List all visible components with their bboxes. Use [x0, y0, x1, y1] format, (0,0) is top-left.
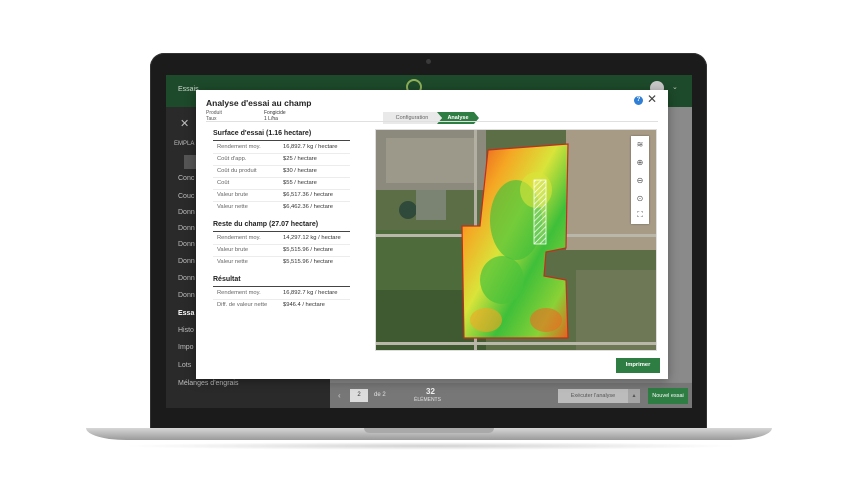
analysis-modal: Analyse d'essai au champ Produit Fongici… — [196, 90, 668, 379]
row-divider — [213, 244, 350, 245]
run-analysis-button[interactable]: Exécuter l'analyse — [558, 389, 628, 403]
sidebar-item[interactable]: Impo — [178, 344, 194, 351]
stat-value: $6,462.36 / hectare — [283, 204, 333, 210]
new-trial-button[interactable]: Nouvel essai — [648, 388, 688, 404]
stat-value: 16,892.7 kg / hectare — [283, 290, 338, 296]
step-configuration[interactable]: Configuration — [383, 112, 441, 124]
sidebar-item[interactable]: Conc — [178, 175, 194, 182]
stat-value: $5,515.96 / hectare — [283, 247, 333, 253]
element-count: 32 — [426, 387, 435, 396]
caret-up-icon[interactable]: ▴ — [628, 389, 640, 403]
sidebar-item[interactable]: Donn — [178, 209, 195, 216]
stat-label: Rendement moy. — [217, 144, 261, 150]
stat-label: Valeur nette — [217, 204, 248, 210]
stat-label: Diff. de valeur nette — [217, 302, 268, 308]
page-number-input[interactable]: 2 — [350, 389, 368, 402]
row-divider — [213, 177, 350, 178]
close-icon[interactable]: ✕ — [180, 117, 189, 130]
stat-value: $30 / hectare — [283, 168, 317, 174]
laptop-screen: Essais ⌄ ✕ EMPLA Conc Couc Donn Donn Donn Don… — [166, 75, 692, 408]
sidebar-item[interactable]: Donn — [178, 258, 195, 265]
yield-map[interactable]: ≋ ⊕ ⊖ ⊙ ⛶ — [375, 129, 657, 351]
close-icon[interactable]: ✕ — [647, 93, 657, 105]
camera-dot — [426, 59, 431, 64]
stat-label: Coût d'app. — [217, 156, 247, 162]
stat-label: Valeur brute — [217, 192, 249, 198]
stat-label: Valeur nette — [217, 259, 248, 265]
laptop-lid: Essais ⌄ ✕ EMPLA Conc Couc Donn Donn Donn Don… — [150, 53, 707, 430]
section-underline — [213, 231, 350, 232]
fullscreen-icon[interactable]: ⛶ — [631, 206, 649, 224]
sidebar-item[interactable]: Donn — [178, 292, 195, 299]
yield-map-svg — [376, 130, 656, 350]
print-button[interactable]: Imprimer — [616, 358, 660, 373]
sidebar-item[interactable]: Couc — [178, 193, 194, 200]
sidebar-item[interactable]: Donn — [178, 275, 195, 282]
stat-value: $946.4 / hectare — [283, 302, 325, 308]
laptop-shadow — [120, 442, 740, 450]
section-title: Reste du champ (27.07 hectare) — [213, 221, 319, 228]
stat-value: $25 / hectare — [283, 156, 317, 162]
sidebar-item[interactable]: Donn — [178, 241, 195, 248]
stat-value: 16,892.7 kg / hectare — [283, 144, 338, 150]
zoom-in-icon[interactable]: ⊕ — [631, 154, 649, 172]
stat-value: $55 / hectare — [283, 180, 317, 186]
row-divider — [213, 165, 350, 166]
chevron-down-icon[interactable]: ⌄ — [672, 83, 678, 91]
stat-value: $6,517.36 / hectare — [283, 192, 333, 198]
stat-label: Valeur brute — [217, 247, 249, 253]
laptop-notch — [364, 428, 494, 433]
page-of-label: de 2 — [374, 392, 386, 398]
sidebar-item[interactable]: Histo — [178, 327, 194, 334]
step-analysis[interactable]: Analyse — [437, 112, 479, 124]
stat-label: Coût — [217, 180, 230, 186]
section-title: Résultat — [213, 276, 241, 283]
stat-label: Rendement moy. — [217, 290, 261, 296]
map-toolbar: ≋ ⊕ ⊖ ⊙ ⛶ — [631, 136, 649, 224]
row-divider — [213, 299, 350, 300]
section-title: Surface d'essai (1.16 hectare) — [213, 130, 312, 137]
row-divider — [213, 189, 350, 190]
sidebar-heading: EMPLA — [174, 141, 195, 147]
divider — [206, 121, 658, 122]
sidebar-item[interactable]: Essa — [178, 310, 194, 317]
chevron-left-icon[interactable]: ‹ — [338, 391, 341, 400]
stage: Essais ⌄ ✕ EMPLA Conc Couc Donn Donn Donn Don… — [0, 0, 860, 497]
modal-title: Analyse d'essai au champ — [206, 98, 312, 108]
stat-label: Rendement moy. — [217, 235, 261, 241]
help-icon[interactable]: ? — [634, 96, 643, 105]
sidebar-item[interactable]: Donn — [178, 225, 195, 232]
sidebar-item[interactable]: Lots — [178, 362, 191, 369]
stat-label: Coût du produit — [217, 168, 257, 174]
row-divider — [213, 153, 350, 154]
zoom-out-icon[interactable]: ⊖ — [631, 172, 649, 190]
row-divider — [213, 256, 350, 257]
layers-icon[interactable]: ≋ — [631, 136, 649, 154]
row-divider — [213, 201, 350, 202]
app-bottombar: ‹ 2 de 2 32 ÉLÉMENTS Exécuter l'analyse … — [330, 382, 692, 408]
sidebar-item[interactable]: Mélanges d'engrais — [178, 380, 238, 387]
stat-value: $5,515.96 / hectare — [283, 259, 333, 265]
section-underline — [213, 140, 350, 141]
section-underline — [213, 286, 350, 287]
stat-value: 14,297.12 kg / hectare — [283, 235, 341, 241]
element-count-label: ÉLÉMENTS — [414, 397, 441, 403]
